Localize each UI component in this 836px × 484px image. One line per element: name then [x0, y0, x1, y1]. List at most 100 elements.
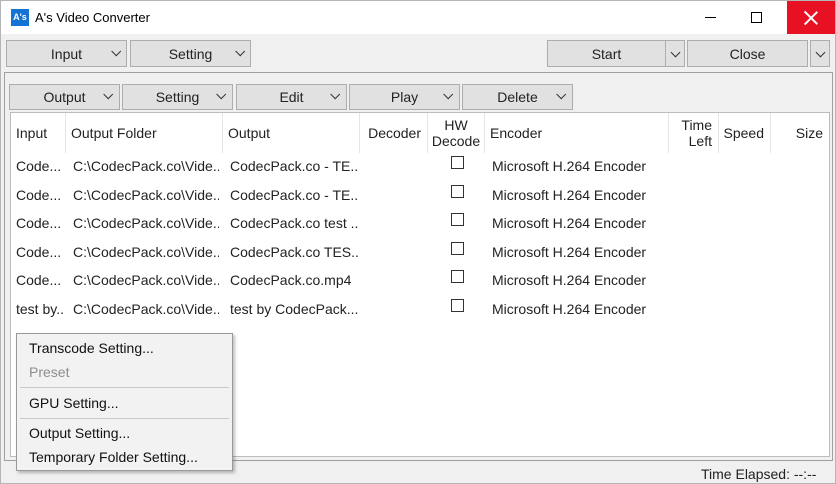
edit-menu-label: Edit: [279, 89, 304, 105]
chevron-down-icon: [112, 50, 121, 57]
window-title: A's Video Converter: [35, 10, 150, 25]
menu-separator: [20, 418, 229, 419]
setting-menu-button[interactable]: Setting: [130, 40, 251, 67]
table-row[interactable]: Code... C:\CodecPack.co\Vide... CodecPack.…: [11, 154, 829, 183]
table-row[interactable]: Code... C:\CodecPack.co\Vide... CodecPack.…: [11, 240, 829, 269]
column-header-output-label: Output: [228, 125, 271, 141]
item-setting-menu-label: Setting: [155, 89, 200, 105]
column-header-output-folder-label: Output Folder: [71, 125, 157, 141]
menu-item-temporary-folder-setting[interactable]: Temporary Folder Setting...: [29, 449, 198, 465]
start-label: Start: [591, 45, 622, 62]
time-elapsed-status: Time Elapsed: --:--: [701, 466, 817, 482]
input-menu-button[interactable]: Input: [6, 40, 127, 67]
column-header-size-label: Size: [795, 125, 823, 141]
hw-decode-checkbox[interactable]: [451, 156, 464, 169]
menu-separator: [20, 387, 229, 388]
cell-input: Code...: [16, 186, 62, 203]
cell-encoder: Microsoft H.264 Encoder: [492, 215, 647, 231]
cell-output: CodecPack.co - TE...: [230, 158, 358, 174]
delete-menu-label: Delete: [497, 89, 538, 105]
chevron-down-icon: [444, 93, 453, 100]
output-menu-label: Output: [43, 89, 86, 105]
column-header-decoder[interactable]: Decoder: [360, 113, 428, 153]
cell-encoder: Microsoft H.264 Encoder: [492, 158, 647, 174]
cell-output-folder: C:\CodecPack.co\Vide...: [73, 186, 219, 203]
close-button[interactable]: Close: [687, 40, 808, 67]
chevron-down-icon: [217, 93, 226, 100]
cell-output: test by CodecPack....: [230, 300, 358, 317]
app-window: A's A's Video Converter Input Setting St…: [0, 0, 836, 484]
minimize-button[interactable]: [687, 1, 733, 34]
column-header-time-label: Time: [681, 117, 712, 133]
start-dropdown-button[interactable]: [665, 40, 685, 67]
table-row[interactable]: Code... C:\CodecPack.co\Vide... CodecPack.…: [11, 268, 829, 297]
play-menu-button[interactable]: Play: [349, 84, 460, 110]
chevron-down-icon: [236, 50, 245, 57]
cell-encoder: Microsoft H.264 Encoder: [492, 186, 647, 203]
column-header-speed-label: Speed: [723, 125, 764, 141]
close-label: Close: [729, 45, 766, 62]
cell-input: Code...: [16, 243, 62, 260]
column-header-output[interactable]: Output: [223, 113, 360, 153]
chevron-down-icon: [331, 93, 340, 100]
menu-item-transcode-setting[interactable]: Transcode Setting...: [29, 340, 154, 356]
start-button[interactable]: Start: [547, 40, 666, 67]
column-header-decoder-label: Decoder: [368, 125, 421, 141]
column-header-input[interactable]: Input: [11, 113, 66, 153]
cell-output-folder: C:\CodecPack.co\Vide...: [73, 215, 219, 231]
column-header-left-label: Left: [688, 133, 712, 149]
hw-decode-checkbox[interactable]: [451, 298, 464, 312]
cell-output-folder: C:\CodecPack.co\Vide...: [73, 300, 219, 317]
minimize-icon: [704, 17, 716, 18]
app-icon: A's: [11, 9, 29, 26]
delete-menu-button[interactable]: Delete: [462, 84, 573, 110]
column-header-time-left[interactable]: Time Left: [669, 113, 719, 153]
chevron-down-icon: [104, 93, 113, 100]
cell-output: CodecPack.co.mp4: [230, 272, 352, 288]
edit-menu-button[interactable]: Edit: [236, 84, 347, 110]
cell-input: Code...: [16, 215, 62, 231]
hw-decode-checkbox[interactable]: [451, 213, 464, 226]
item-setting-menu-button[interactable]: Setting: [122, 84, 233, 110]
setting-context-menu: Transcode Setting... Preset GPU Setting.…: [16, 333, 233, 471]
hw-decode-checkbox[interactable]: [451, 241, 464, 255]
menu-item-preset: Preset: [29, 364, 70, 380]
column-header-speed[interactable]: Speed: [719, 113, 771, 153]
column-header-hw-label: HW: [444, 117, 468, 133]
column-header-hw-decode[interactable]: HW Decode: [428, 113, 485, 153]
cell-encoder: Microsoft H.264 Encoder: [492, 300, 647, 317]
cell-encoder: Microsoft H.264 Encoder: [492, 243, 647, 260]
table-row[interactable]: Code... C:\CodecPack.co\Vide... CodecPack.…: [11, 211, 829, 240]
column-header-encoder-label: Encoder: [490, 125, 543, 141]
setting-menu-label: Setting: [168, 45, 213, 62]
cell-input: Code...: [16, 158, 62, 174]
close-dropdown-button[interactable]: [810, 40, 830, 67]
input-menu-label: Input: [50, 45, 83, 62]
hw-decode-checkbox[interactable]: [451, 270, 464, 283]
close-window-button[interactable]: [787, 1, 835, 34]
cell-output: CodecPack.co test ...: [230, 215, 358, 231]
maximize-icon: [750, 12, 762, 23]
table-row[interactable]: Code... C:\CodecPack.co\Vide... CodecPack.…: [11, 183, 829, 212]
menu-item-output-setting[interactable]: Output Setting...: [29, 425, 130, 441]
cell-encoder: Microsoft H.264 Encoder: [492, 272, 647, 288]
maximize-button[interactable]: [733, 1, 779, 34]
column-header-decode-label: Decode: [431, 133, 481, 149]
cell-output: CodecPack.co TES...: [230, 243, 358, 260]
chevron-down-icon: [557, 93, 566, 100]
play-menu-label: Play: [390, 89, 419, 105]
cell-output-folder: C:\CodecPack.co\Vide...: [73, 243, 219, 260]
cell-output-folder: C:\CodecPack.co\Vide...: [73, 272, 219, 288]
menu-item-gpu-setting[interactable]: GPU Setting...: [29, 395, 118, 411]
table-row[interactable]: test by... C:\CodecPack.co\Vide... test by…: [11, 297, 829, 326]
column-header-encoder[interactable]: Encoder: [485, 113, 669, 153]
cell-output-folder: C:\CodecPack.co\Vide...: [73, 158, 219, 174]
output-menu-button[interactable]: Output: [9, 84, 120, 110]
cell-output: CodecPack.co - TE...: [230, 186, 358, 203]
column-header-output-folder[interactable]: Output Folder: [66, 113, 223, 153]
hw-decode-checkbox[interactable]: [451, 184, 464, 198]
column-header-size[interactable]: Size: [771, 113, 829, 153]
title-bar[interactable]: A's A's Video Converter: [1, 1, 835, 34]
column-header-input-label: Input: [16, 125, 48, 141]
close-icon: [804, 11, 818, 25]
